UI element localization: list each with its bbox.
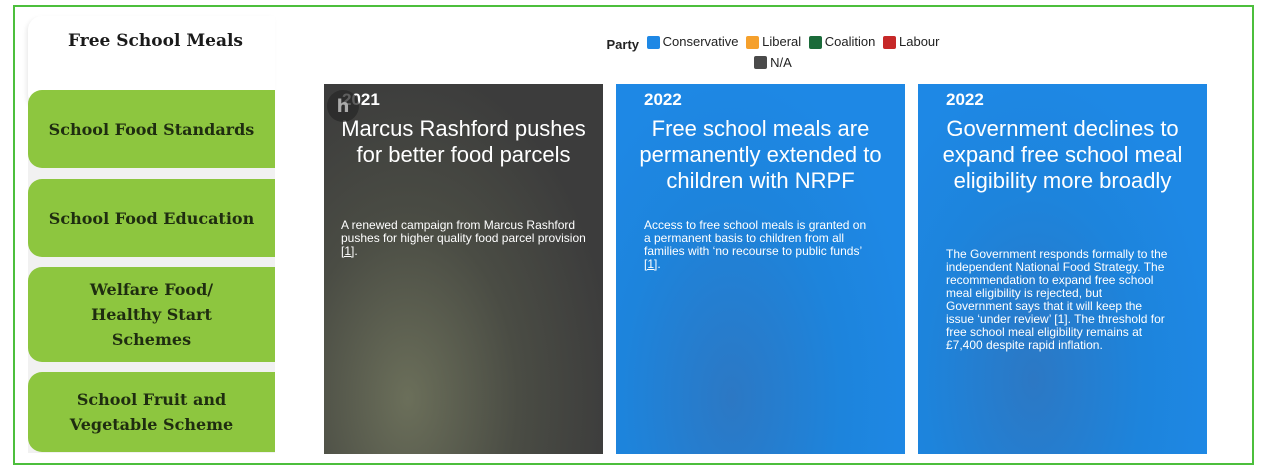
sidebar-item-school-food-education[interactable]: School Food Education xyxy=(28,179,275,257)
h-logo-icon: h xyxy=(327,90,359,122)
timeline-card-2022-nrpf[interactable]: 2022 Free school meals are permanently e… xyxy=(616,84,905,454)
reference-link[interactable]: [1] xyxy=(341,244,354,258)
card-text: A renewed campaign from Marcus Rashford … xyxy=(341,218,586,245)
sidebar-item-label: School Fruit and Vegetable Scheme xyxy=(69,390,234,434)
card-year: 2022 xyxy=(946,90,984,109)
card-description: A renewed campaign from Marcus Rashford … xyxy=(341,219,586,258)
card-year: 2022 xyxy=(644,90,682,109)
card-title: Marcus Rashford pushes for better food p… xyxy=(341,116,586,167)
timeline-card-2022-eligibility[interactable]: 2022 Government declines to expand free … xyxy=(918,84,1207,454)
card-title: Government declines to expand free schoo… xyxy=(942,116,1183,193)
sidebar-item-label: School Food Education xyxy=(48,208,255,228)
sidebar-item-label: School Food Standards xyxy=(48,119,255,139)
legend-label: N/A xyxy=(770,54,792,70)
legend-swatch xyxy=(746,35,760,49)
sidebar-active-title: Free School Meals xyxy=(68,31,243,51)
legend-item-na[interactable]: N/A xyxy=(754,54,792,72)
legend-label: Coalition xyxy=(824,34,876,49)
card-text-suffix: . xyxy=(657,257,661,271)
reference-link[interactable]: [1] xyxy=(644,257,657,271)
legend-item-coalition[interactable]: Coalition xyxy=(808,33,876,51)
card-text: Access to free school meals is granted o… xyxy=(644,218,867,258)
legend-swatch xyxy=(808,35,822,49)
legend-item-conservative[interactable]: Conservative xyxy=(646,33,739,51)
legend-label: Labour xyxy=(899,34,940,49)
sidebar-item-welfare-food[interactable]: Welfare Food/ Healthy Start Schemes xyxy=(28,267,275,362)
sidebar-item-fruit-veg-scheme[interactable]: School Fruit and Vegetable Scheme xyxy=(28,372,275,452)
legend-swatch xyxy=(646,35,660,49)
sidebar-item-label: Welfare Food/ Healthy Start Schemes xyxy=(89,280,214,349)
card-text-suffix: . xyxy=(354,244,358,258)
legend-label: Conservative xyxy=(662,34,739,49)
legend-item-labour[interactable]: Labour xyxy=(883,33,940,51)
legend-swatch xyxy=(883,35,897,49)
card-description: The Government responds formally to the … xyxy=(946,248,1169,352)
legend-title: Party xyxy=(606,36,640,52)
timeline-card-2021[interactable]: 2021 Marcus Rashford pushes for better f… xyxy=(324,84,603,454)
sidebar-item-school-food-standards[interactable]: School Food Standards xyxy=(28,90,275,168)
legend-item-liberal[interactable]: Liberal xyxy=(746,33,801,51)
legend-label: Liberal xyxy=(762,34,802,49)
card-text: The Government responds formally to the … xyxy=(946,247,1168,352)
party-legend: Party Conservative Liberal Coalition Lab… xyxy=(560,33,990,74)
legend-swatch xyxy=(754,56,768,69)
card-description: Access to free school meals is granted o… xyxy=(644,219,875,271)
card-title: Free school meals are permanently extend… xyxy=(639,116,882,193)
